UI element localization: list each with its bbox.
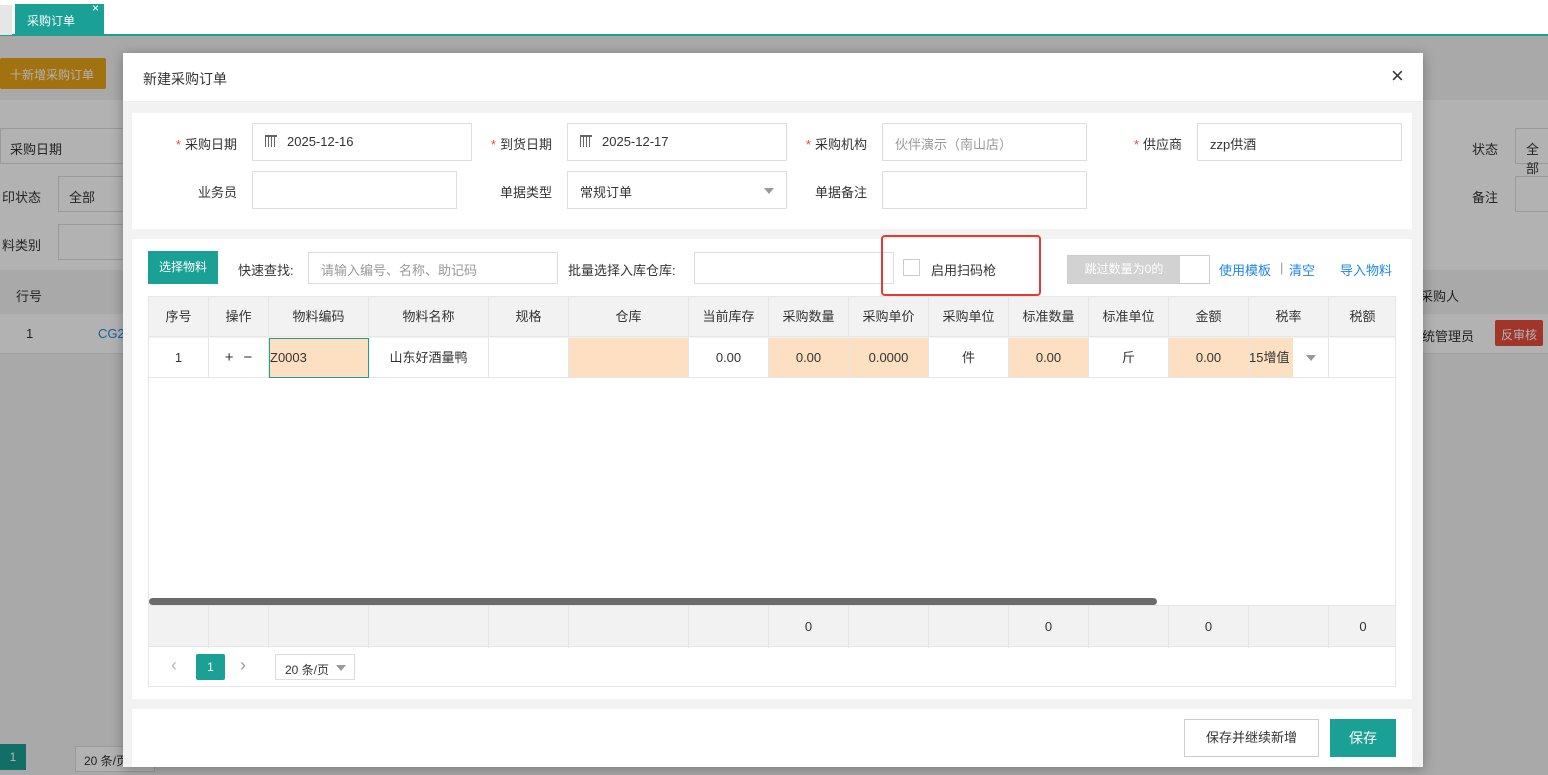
modal-header	[123, 53, 1423, 102]
salesman-field[interactable]	[252, 171, 457, 209]
link-separator: |	[1280, 260, 1284, 275]
salesman-label: 业务员	[197, 185, 237, 200]
batch-warehouse-label: 批量选择入库仓库:	[568, 263, 676, 278]
supplier-field[interactable]: zzp供酒	[1197, 123, 1402, 161]
save-and-continue-button[interactable]: 保存并继续新增	[1184, 719, 1319, 757]
cell-actions: + −	[209, 338, 269, 378]
remove-row-icon[interactable]: −	[244, 349, 253, 366]
add-row-icon[interactable]: +	[225, 349, 234, 366]
table-row: 1 + − Z0003 山东好酒量鸭 0.00 0.00 0.0000 件 0.0…	[149, 338, 1395, 378]
footer-cell	[929, 606, 1009, 648]
header-cell: 标准单位	[1089, 297, 1169, 337]
cell-tax-rate[interactable]: 15增值	[1249, 338, 1329, 378]
purchase-date-field[interactable]: 2025-12-16	[252, 123, 472, 161]
header-cell: 物料名称	[369, 297, 489, 337]
import-material-link[interactable]: 导入物料	[1340, 260, 1392, 279]
cell-std-qty[interactable]: 0.00	[1009, 338, 1089, 378]
footer-tax-total: 0	[1359, 619, 1367, 634]
cell-spec	[489, 338, 569, 378]
save-button[interactable]: 保存	[1330, 719, 1396, 757]
footer-cell	[849, 606, 929, 648]
org-field[interactable]: 伙伴演示（南山店）	[882, 123, 1087, 161]
footer-cell	[1249, 606, 1329, 648]
skip-zero-toggle[interactable]: 跳过数量为0的	[1067, 255, 1210, 284]
next-page-icon[interactable]: ›	[240, 655, 246, 676]
cell-no: 1	[149, 338, 209, 378]
horizontal-scrollbar[interactable]	[149, 598, 1157, 605]
header-cell: 采购数量	[769, 297, 849, 337]
modal-title: 新建采购订单	[143, 71, 227, 87]
table-header-row: 序号 操作 物料编码 物料名称 规格 仓库 当前库存 采购数量 采购单价 采购单…	[149, 297, 1395, 338]
material-table: 序号 操作 物料编码 物料名称 规格 仓库 当前库存 采购数量 采购单价 采购单…	[148, 296, 1396, 687]
header-cell: 采购单价	[849, 297, 929, 337]
tab-purchase-order[interactable]: 采购订单 ×	[15, 1, 104, 35]
scanner-label: 启用扫码枪	[931, 263, 997, 278]
header-cell: 规格	[489, 297, 569, 337]
batch-warehouse-select[interactable]	[694, 252, 894, 284]
footer-cell	[1089, 606, 1169, 648]
header-cell: 税率	[1249, 297, 1329, 337]
cell-tax	[1329, 338, 1395, 378]
footer-cell	[149, 606, 209, 648]
tab-bar	[0, 0, 1548, 36]
cell-qty[interactable]: 0.00	[769, 338, 849, 378]
header-cell: 金额	[1169, 297, 1249, 337]
header-cell: 采购单位	[929, 297, 1009, 337]
arrival-date-label: * 到货日期	[490, 137, 552, 152]
doc-type-select[interactable]: 常规订单	[567, 171, 787, 209]
cell-std-unit: 斤	[1089, 338, 1169, 378]
header-cell: 物料编码	[269, 297, 369, 337]
chevron-down-icon	[336, 665, 346, 671]
page-1-button[interactable]: 1	[196, 654, 225, 680]
clear-link[interactable]: 清空	[1289, 260, 1315, 279]
skip-zero-label: 跳过数量为0的	[1068, 256, 1180, 283]
purchase-date-label: * 采购日期	[175, 137, 237, 152]
cell-material-name: 山东好酒量鸭	[369, 338, 489, 378]
footer-std-qty-total: 0	[1009, 606, 1089, 648]
footer-cell	[209, 606, 269, 648]
header-cell: 序号	[149, 297, 209, 337]
quick-search-label: 快速查找:	[238, 263, 294, 278]
footer-cell	[689, 606, 769, 648]
remark-field[interactable]	[882, 171, 1087, 209]
tab-stub[interactable]	[0, 5, 12, 35]
footer-amount-total: 0	[1169, 606, 1249, 648]
footer-cell	[489, 606, 569, 648]
header-cell: 操作	[209, 297, 269, 337]
tab-label: 采购订单	[27, 14, 76, 28]
arrival-date-field[interactable]: 2025-12-17	[567, 123, 787, 161]
cell-material-code[interactable]: Z0003	[269, 338, 369, 378]
cell-amount[interactable]: 0.00	[1169, 338, 1249, 378]
footer-cell	[369, 606, 489, 648]
select-material-button[interactable]: 选择物料	[148, 251, 218, 284]
footer-cell	[269, 606, 369, 648]
chevron-down-icon	[1306, 355, 1316, 361]
close-icon[interactable]: ×	[1391, 64, 1404, 88]
cell-stock: 0.00	[689, 338, 769, 378]
cell-unit: 件	[929, 338, 1009, 378]
footer-qty-total: 0	[769, 606, 849, 648]
tax-rate-value: 15增值	[1249, 338, 1293, 377]
prev-page-icon[interactable]: ‹	[171, 655, 177, 676]
header-cell: 仓库	[569, 297, 689, 337]
org-label: * 采购机构	[805, 137, 867, 152]
tab-close-icon[interactable]: ×	[92, 1, 99, 15]
calendar-icon	[580, 135, 592, 147]
doc-type-label: 单据类型	[499, 185, 552, 200]
supplier-label: * 供应商	[1133, 137, 1182, 152]
quick-search-input[interactable]: 请输入编号、名称、助记码	[308, 252, 558, 284]
header-cell: 税额	[1329, 297, 1395, 337]
use-template-link[interactable]: 使用模板	[1219, 260, 1271, 279]
remark-label: 单据备注	[814, 185, 867, 200]
footer-cell	[569, 606, 689, 648]
scanner-checkbox[interactable]	[903, 259, 920, 276]
header-cell: 当前库存	[689, 297, 769, 337]
table-footer-row: 0 0 0 0	[149, 605, 1395, 648]
header-cell: 标准数量	[1009, 297, 1089, 337]
new-purchase-order-modal: 新建采购订单 × * 采购日期 2025-12-16 * 到货日期 2025-12-…	[123, 53, 1423, 767]
cell-warehouse[interactable]	[569, 338, 689, 378]
cell-price[interactable]: 0.0000	[849, 338, 929, 378]
page-size-select[interactable]: 20 条/页	[275, 654, 355, 680]
calendar-icon	[265, 135, 277, 147]
